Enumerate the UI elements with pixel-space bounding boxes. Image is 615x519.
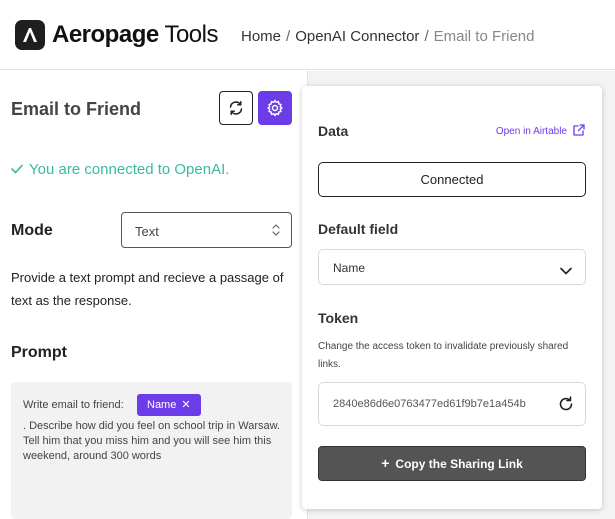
connection-status-text: You are connected to OpenAI.	[29, 161, 230, 178]
mode-select-value: Text	[135, 224, 159, 239]
default-field-title: Default field	[318, 221, 399, 237]
breadcrumb-home[interactable]: Home	[241, 28, 281, 45]
breadcrumb: Home / OpenAI Connector / Email to Friend	[241, 28, 534, 45]
aeropage-logo-icon[interactable]	[15, 20, 45, 50]
page-title: Email to Friend	[11, 99, 142, 119]
chevron-down-icon	[560, 262, 572, 280]
brand-light: Tools	[158, 21, 218, 48]
token-title: Token	[318, 310, 359, 326]
settings-button[interactable]	[258, 91, 292, 125]
updown-arrows-icon	[271, 223, 281, 242]
mode-label: Mode	[11, 222, 53, 239]
data-section-title: Data	[318, 123, 349, 139]
connection-status: You are connected to OpenAI.	[11, 161, 229, 178]
field-chip-name[interactable]: Name ✕	[137, 394, 201, 416]
mode-description: Provide a text prompt and recieve a pass…	[11, 270, 284, 308]
breadcrumb-openai-connector[interactable]: OpenAI Connector	[295, 28, 419, 45]
default-field-select[interactable]: Name	[318, 249, 586, 285]
token-value: 2840e86d6e0763477ed61f9b7e1a454b	[333, 398, 526, 410]
breadcrumb-separator: /	[424, 28, 429, 45]
refresh-button[interactable]	[219, 91, 253, 125]
brand-bold: Aeropage	[52, 21, 159, 48]
prompt-body-text: . Describe how did you feel on school tr…	[23, 420, 280, 462]
external-link-icon	[573, 124, 585, 136]
prompt-editor[interactable]: Write email to friend: Name ✕ . Describe …	[11, 382, 292, 519]
check-icon	[11, 161, 23, 178]
plus-icon: +	[381, 455, 390, 471]
breadcrumb-separator: /	[286, 28, 291, 45]
copy-sharing-link-label: Copy the Sharing Link	[395, 457, 523, 471]
default-field-value: Name	[333, 261, 366, 275]
prompt-label: Prompt	[11, 344, 67, 361]
token-description: Change the access token to invalidate pr…	[318, 341, 569, 370]
copy-sharing-link-button[interactable]: + Copy the Sharing Link	[318, 446, 586, 481]
open-in-airtable-link[interactable]: Open in Airtable	[496, 123, 586, 137]
field-chip-label: Name	[147, 399, 177, 411]
close-icon[interactable]: ✕	[181, 399, 190, 411]
token-field[interactable]: 2840e86d6e0763477ed61f9b7e1a454b	[318, 382, 586, 426]
sharing-settings-card: Data Open in Airtable Connected Default …	[302, 86, 602, 509]
breadcrumb-current: Email to Friend	[433, 28, 535, 45]
refresh-icon[interactable]	[558, 396, 574, 417]
mode-select[interactable]: Text	[121, 212, 292, 248]
open-in-airtable-label: Open in Airtable	[495, 126, 567, 137]
brand-name[interactable]: Aeropage Tools	[52, 21, 218, 49]
refresh-icon	[229, 101, 243, 115]
top-header: Aeropage Tools Home / OpenAI Connector / Ema…	[0, 0, 615, 70]
prompt-prefix-text: Write email to friend:	[23, 399, 124, 411]
gear-icon	[267, 99, 283, 117]
connected-button[interactable]: Connected	[318, 162, 586, 197]
